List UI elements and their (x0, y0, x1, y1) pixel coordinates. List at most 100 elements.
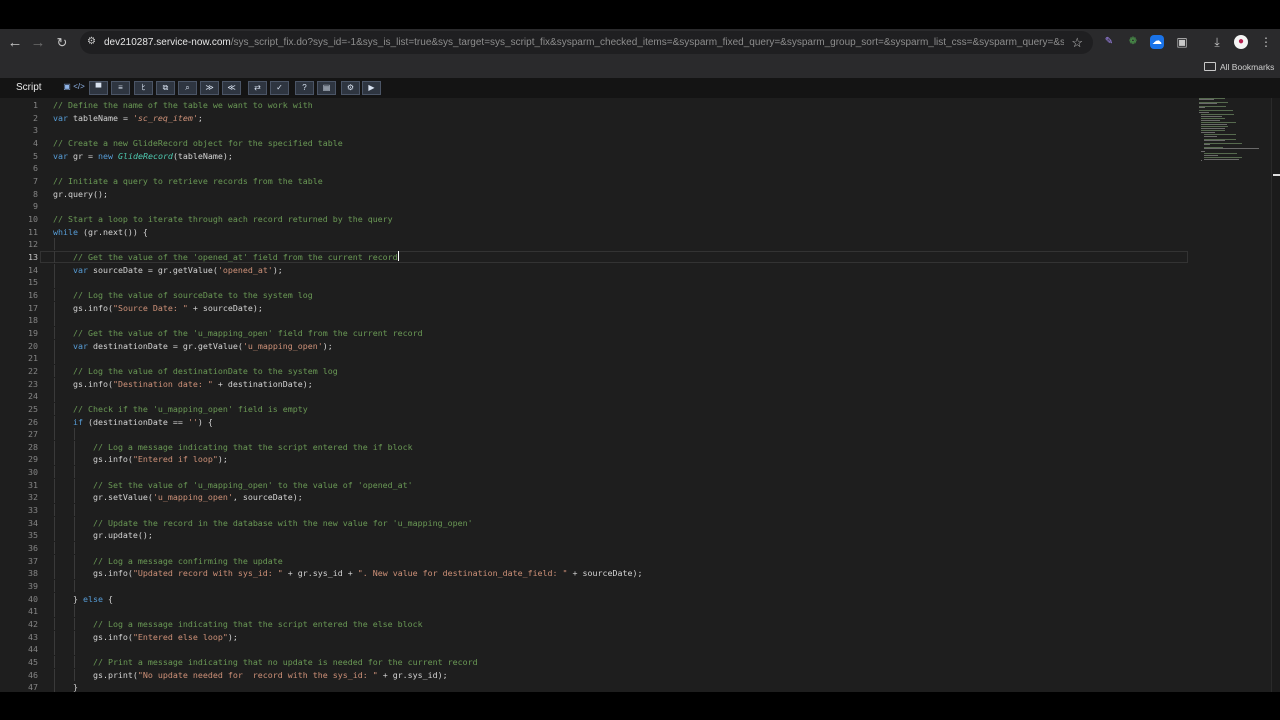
code-line[interactable]: 30 (0, 466, 1190, 479)
code-line[interactable]: 13 // Get the value of the 'opened_at' f… (0, 250, 1190, 263)
line-number: 45 (28, 657, 38, 668)
line-number: 36 (28, 543, 38, 554)
help-icon[interactable]: ? (295, 81, 314, 95)
indent-guide (74, 428, 75, 441)
profile-avatar-icon[interactable]: ● (1234, 35, 1248, 49)
code-line[interactable]: 24 (0, 390, 1190, 403)
line-number: 19 (28, 327, 38, 338)
syntax-check-icon[interactable]: ✓ (270, 81, 289, 95)
address-bar[interactable]: ⚙ dev210287.service-now.com/sys_script_f… (80, 31, 1093, 54)
line-number: 41 (28, 606, 38, 617)
comment-icon[interactable]: ▀ (89, 81, 108, 95)
code-text: // Log a message indicating that the scr… (92, 441, 413, 452)
code-toggle-icon[interactable]: </> (73, 81, 85, 95)
kebab-menu-icon[interactable]: ⋮ (1259, 35, 1273, 49)
find-next-icon[interactable]: ≫ (200, 81, 219, 95)
gear-extension-icon[interactable]: ❁ (1126, 35, 1140, 49)
find-prev-icon[interactable]: ≪ (222, 81, 241, 95)
code-line[interactable]: 42 // Log a message indicating that the … (0, 618, 1190, 631)
code-line[interactable]: 43 gs.info("Entered else loop"); (0, 630, 1190, 643)
code-line[interactable]: 18 (0, 314, 1190, 327)
script-include-icon[interactable]: ﾋ (134, 81, 153, 95)
code-line[interactable]: 33 (0, 504, 1190, 517)
forward-button[interactable]: → (28, 29, 48, 56)
all-bookmarks-button[interactable]: All Bookmarks (1204, 56, 1274, 78)
minimap-line (1203, 139, 1225, 141)
line-number: 29 (28, 454, 38, 465)
code-line[interactable]: 39 (0, 580, 1190, 593)
line-number: 15 (28, 277, 38, 288)
minimap[interactable] (1193, 98, 1277, 178)
code-text: // Initiate a query to retrieve records … (53, 175, 323, 186)
code-line[interactable]: 15 (0, 276, 1190, 289)
reload-button[interactable]: ↻ (52, 29, 72, 56)
code-line[interactable]: 28 // Log a message indicating that the … (0, 440, 1190, 453)
minimap-line (1201, 131, 1216, 133)
code-line[interactable]: 19 // Get the value of the 'u_mapping_op… (0, 326, 1190, 339)
search-icon[interactable]: ⌕ (178, 81, 197, 95)
code-line[interactable]: 7 // Initiate a query to retrieve records… (0, 175, 1190, 187)
fullscreen-icon[interactable]: ⧉ (156, 81, 175, 95)
indent-guide (54, 466, 55, 479)
all-bookmarks-label: All Bookmarks (1220, 62, 1275, 72)
code-line[interactable]: 36 (0, 542, 1190, 555)
code-line[interactable]: 29 gs.info("Entered if loop"); (0, 453, 1190, 466)
code-line[interactable]: 21 (0, 352, 1190, 365)
code-line[interactable]: 14 var sourceDate = gr.getValue('opened_… (0, 263, 1190, 276)
back-button[interactable]: ← (5, 29, 25, 56)
code-line[interactable]: 40 } else { (0, 592, 1190, 605)
code-line[interactable]: 35 gr.update(); (0, 529, 1190, 542)
scrollbar-thumb[interactable] (1273, 174, 1280, 176)
code-line[interactable]: 26 if (destinationDate == '') { (0, 415, 1190, 428)
code-line[interactable]: 46 gs.print("No update needed for record… (0, 668, 1190, 681)
url-host: dev210287.service-now.com (104, 37, 231, 48)
code-line[interactable]: 3 (0, 124, 1190, 136)
code-line[interactable]: 6 (0, 162, 1190, 174)
code-line[interactable]: 31 // Set the value of 'u_mapping_open' … (0, 478, 1190, 491)
code-line[interactable]: 4 // Create a new GlideRecord object for … (0, 137, 1190, 149)
script-debugger-icon[interactable]: ⚙ (341, 81, 360, 95)
replace-icon[interactable]: ⇄ (248, 81, 267, 95)
save-icon[interactable]: ▣ (61, 81, 73, 95)
code-line[interactable]: 44 (0, 643, 1190, 656)
code-line[interactable]: 25 // Check if the 'u_mapping_open' fiel… (0, 402, 1190, 415)
run-icon[interactable]: ▶ (362, 81, 381, 95)
code-line[interactable]: 20 var destinationDate = gr.getValue('u_… (0, 339, 1190, 352)
line-number: 33 (28, 505, 38, 516)
code-line[interactable]: 2 var tableName = 'sc_req_item'; (0, 112, 1190, 124)
pen-extension-icon[interactable]: ✎ (1102, 35, 1116, 49)
site-info-icon[interactable]: ⚙ (87, 36, 98, 47)
line-number: 4 (33, 137, 38, 148)
code-line[interactable]: 22 // Log the value of destinationDate t… (0, 364, 1190, 377)
code-text: // Define the name of the table we want … (53, 100, 313, 110)
star-icon[interactable]: ☆ (1071, 31, 1083, 54)
code-line[interactable]: 23 gs.info("Destination date: " + destin… (0, 377, 1190, 390)
code-line[interactable]: 45 // Print a message indicating that no… (0, 656, 1190, 669)
indent-guide (54, 580, 55, 593)
code-line[interactable]: 37 // Log a message confirming the updat… (0, 554, 1190, 567)
code-line[interactable]: 10 // Start a loop to iterate through eac… (0, 213, 1190, 225)
download-icon[interactable]: ⤓ (1210, 35, 1224, 49)
code-line[interactable]: 1 // Define the name of the table we want… (0, 99, 1190, 111)
code-line[interactable]: 27 (0, 428, 1190, 441)
puzzle-extension-icon[interactable]: ▣ (1175, 35, 1189, 49)
code-line[interactable]: 9 (0, 200, 1190, 212)
code-line[interactable]: 47 } (0, 681, 1190, 692)
doc-icon[interactable]: ▤ (317, 81, 336, 95)
code-text: // Get the value of the 'opened_at' fiel… (72, 250, 399, 262)
code-editor[interactable]: 1 // Define the name of the table we want… (0, 98, 1280, 692)
code-line[interactable]: 38 gs.info("Updated record with sys_id: … (0, 567, 1190, 580)
code-line[interactable]: 5 var gr = new GlideRecord(tableName); (0, 150, 1190, 162)
code-line[interactable]: 32 gr.setValue('u_mapping_open', sourceD… (0, 491, 1190, 504)
code-line[interactable]: 41 (0, 605, 1190, 618)
code-line[interactable]: 12 (0, 238, 1190, 251)
code-line[interactable]: 17 gs.info("Source Date: " + sourceDate)… (0, 301, 1190, 314)
indent-guide (74, 605, 75, 618)
code-line[interactable]: 16 // Log the value of sourceDate to the… (0, 288, 1190, 301)
cloud-extension-icon[interactable]: ☁ (1150, 35, 1164, 49)
editor-scrollbar[interactable] (1271, 98, 1280, 692)
code-line[interactable]: 8 gr.query(); (0, 188, 1190, 200)
format-icon[interactable]: ≡ (111, 81, 130, 95)
code-line[interactable]: 34 // Update the record in the database … (0, 516, 1190, 529)
code-line[interactable]: 11 while (gr.next()) { (0, 226, 1190, 238)
